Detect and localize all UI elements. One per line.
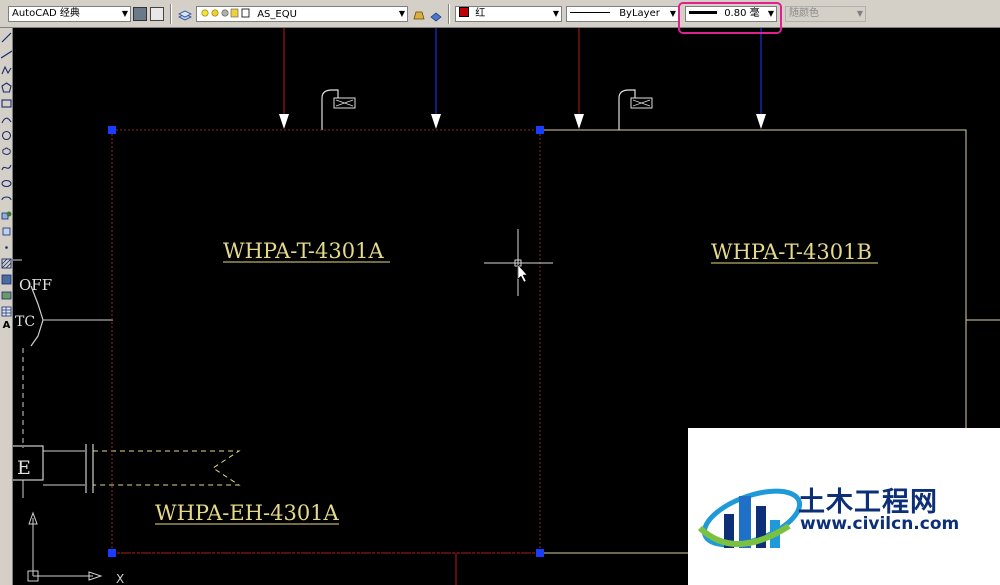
workspace-value: AutoCAD 经典 bbox=[12, 8, 80, 19]
layer-state-icons bbox=[200, 7, 254, 21]
grip-bottom-right bbox=[536, 549, 544, 557]
line-icon[interactable] bbox=[1, 32, 12, 43]
grip-top-right bbox=[536, 126, 544, 134]
rectangle-icon[interactable] bbox=[1, 98, 12, 109]
layer-previous-icon[interactable] bbox=[429, 7, 443, 22]
layer-dropdown[interactable]: AS_EQU ▼ bbox=[196, 6, 408, 22]
region-icon[interactable] bbox=[1, 290, 12, 301]
layer-value: AS_EQU bbox=[257, 9, 297, 20]
inlet-arrow-a2 bbox=[431, 114, 441, 129]
color-swatch bbox=[459, 7, 469, 17]
tank-b-label: WHPA-T-4301B bbox=[711, 240, 872, 264]
revision-cloud-icon[interactable] bbox=[1, 146, 12, 157]
autocad-window: AutoCAD 经典 ▼ AS_EQU ▼ 红 ▼ ByLayer ▼ 0.80… bbox=[0, 0, 1000, 585]
layer-manager-icon[interactable] bbox=[178, 7, 192, 21]
inlet-arrow-a1 bbox=[279, 114, 289, 129]
arc-icon[interactable] bbox=[1, 114, 12, 125]
workspace-dropdown[interactable]: AutoCAD 经典 ▼ bbox=[8, 6, 131, 22]
chevron-down-icon[interactable]: ▼ bbox=[122, 7, 128, 21]
linetype-dropdown[interactable]: ByLayer ▼ bbox=[566, 6, 679, 22]
ucs-x-label: X bbox=[116, 572, 124, 585]
grip-top-left bbox=[108, 126, 116, 134]
vent-nozzle-a bbox=[321, 89, 339, 130]
color-value: 红 bbox=[475, 8, 486, 19]
circle-icon[interactable] bbox=[1, 130, 12, 141]
chevron-down-icon[interactable]: ▼ bbox=[553, 7, 559, 21]
color-dropdown[interactable]: 红 ▼ bbox=[455, 6, 562, 22]
crosshair-cursor bbox=[484, 229, 553, 296]
linetype-sample-line bbox=[570, 12, 610, 13]
linetype-value: ByLayer bbox=[619, 8, 660, 19]
off-label: OFF bbox=[19, 276, 52, 294]
properties-toolbar: AutoCAD 经典 ▼ AS_EQU ▼ 红 ▼ ByLayer ▼ 0.80… bbox=[0, 0, 1000, 34]
pointer-arrow-icon bbox=[517, 264, 528, 283]
table-icon[interactable] bbox=[1, 306, 12, 317]
plotstyle-dropdown: 随颜色 ▼ bbox=[785, 6, 866, 22]
workspace-save-icon[interactable] bbox=[150, 7, 164, 21]
mtext-icon[interactable]: A bbox=[1, 320, 12, 331]
chevron-down-icon[interactable]: ▼ bbox=[670, 7, 676, 21]
polygon-icon[interactable] bbox=[1, 82, 12, 93]
civilcn-logo-icon bbox=[697, 488, 803, 548]
polyline-icon[interactable] bbox=[1, 65, 12, 76]
toolbar-separator bbox=[448, 4, 450, 24]
tank-a-selected-outline bbox=[111, 129, 541, 554]
grip-bottom-left bbox=[108, 549, 116, 557]
construction-line-icon[interactable] bbox=[0, 49, 13, 60]
plotstyle-value: 随颜色 bbox=[789, 8, 819, 19]
vent-nozzle-b bbox=[618, 89, 636, 130]
toolbar-separator bbox=[170, 4, 172, 24]
workspace-settings-icon[interactable] bbox=[133, 7, 147, 21]
inlet-arrow-b1 bbox=[574, 114, 584, 129]
gradient-icon[interactable] bbox=[1, 274, 12, 285]
watermark-panel: 土木工程网 www.civilcn.com bbox=[688, 428, 1000, 585]
make-block-icon[interactable] bbox=[1, 226, 12, 237]
heater-label: WHPA-EH-4301A bbox=[155, 501, 340, 525]
lineweight-highlight bbox=[678, 2, 782, 34]
inlet-arrow-b2 bbox=[756, 114, 766, 129]
hatch-icon[interactable] bbox=[1, 258, 12, 269]
ellipse-arc-icon[interactable] bbox=[1, 194, 12, 205]
spline-icon[interactable] bbox=[1, 162, 12, 173]
tank-b-outline bbox=[540, 129, 967, 428]
tank-a-label: WHPA-T-4301A bbox=[223, 239, 384, 263]
watermark-url: www.civilcn.com bbox=[800, 514, 960, 534]
insert-block-icon[interactable] bbox=[1, 210, 12, 221]
make-layer-current-icon[interactable] bbox=[412, 7, 426, 21]
heater-element-outline bbox=[93, 450, 241, 486]
chevron-down-icon: ▼ bbox=[856, 9, 863, 18]
heater-e-label: E bbox=[17, 457, 31, 479]
chevron-down-icon[interactable]: ▼ bbox=[399, 7, 405, 21]
point-icon[interactable] bbox=[1, 242, 12, 253]
tc-label: TC bbox=[15, 314, 35, 330]
draw-toolbar: A bbox=[0, 28, 13, 585]
ellipse-icon[interactable] bbox=[1, 178, 12, 189]
